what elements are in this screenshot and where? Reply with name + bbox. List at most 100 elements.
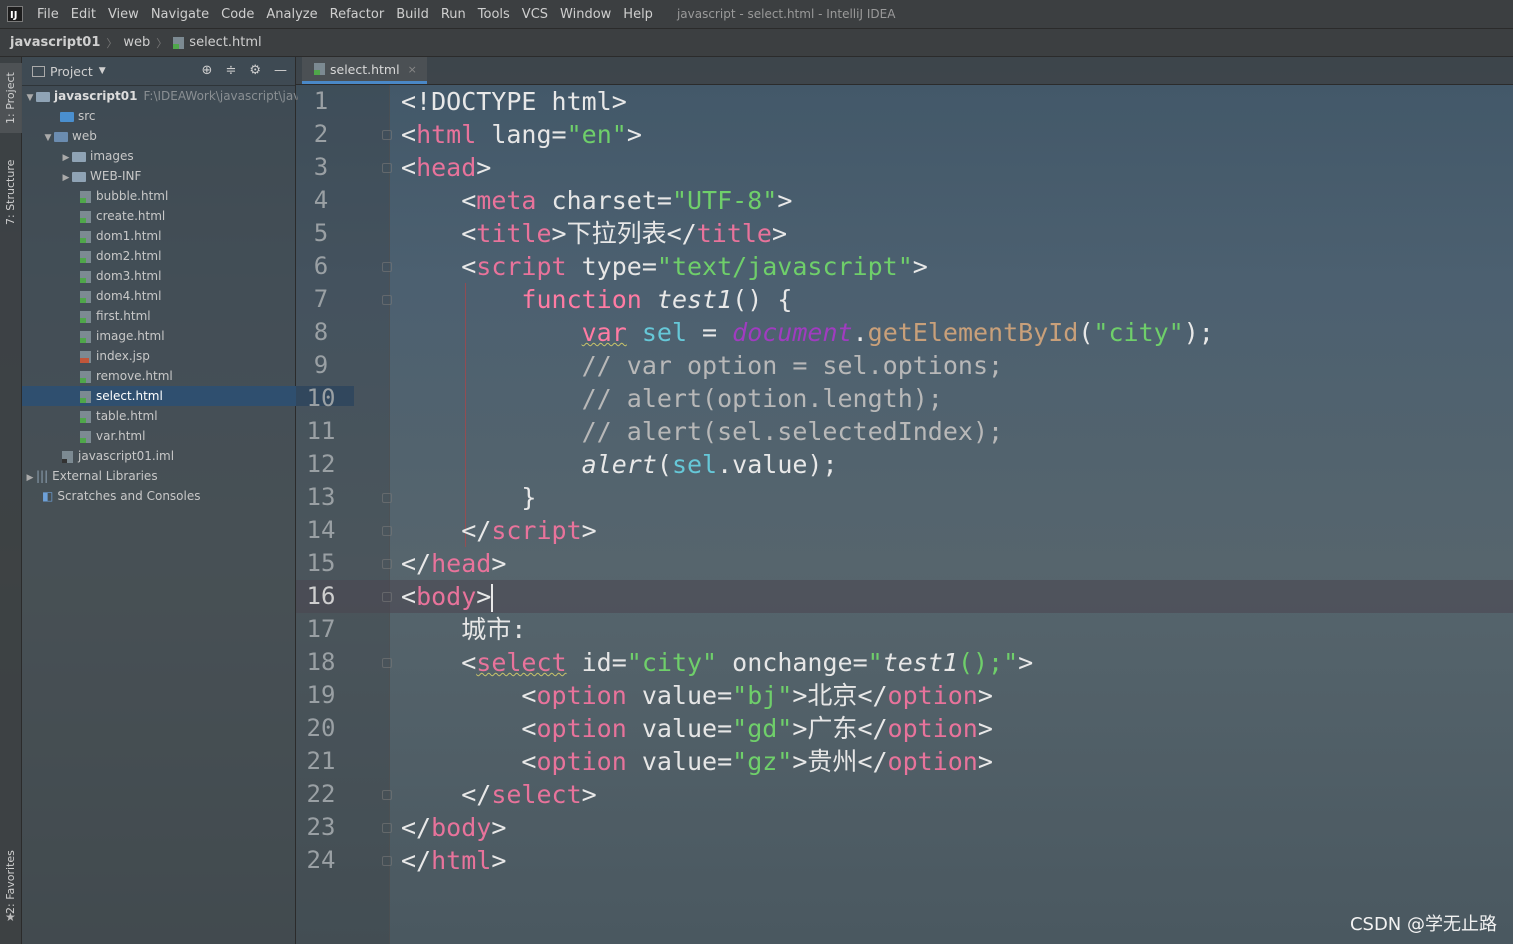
menu-tools[interactable]: Tools bbox=[472, 7, 516, 22]
tree-item-src[interactable]: src bbox=[22, 106, 322, 126]
code-token: select bbox=[476, 648, 567, 677]
html-file-icon bbox=[80, 250, 91, 263]
tab-project[interactable]: 1: Project bbox=[0, 63, 22, 133]
code-token: 贵州 bbox=[807, 747, 858, 776]
fold-marker-icon[interactable] bbox=[382, 559, 392, 569]
code-line[interactable]: 21 <option value="gz">贵州</option> bbox=[296, 745, 1513, 778]
tree-item-web-inf[interactable]: ▶ WEB-INF bbox=[22, 166, 334, 186]
chevron-down-icon[interactable]: ▼ bbox=[99, 66, 106, 76]
breadcrumb-folder[interactable]: web bbox=[123, 35, 150, 50]
tab-structure[interactable]: 7: Structure bbox=[0, 152, 22, 232]
collapsed-arrow-icon[interactable]: ▶ bbox=[60, 148, 72, 166]
code-line[interactable]: 12 alert(sel.value); bbox=[296, 448, 1513, 481]
menu-help[interactable]: Help bbox=[617, 7, 659, 22]
menu-view[interactable]: View bbox=[102, 7, 145, 22]
code-line[interactable]: 3 <head> bbox=[296, 151, 1513, 184]
code-line[interactable]: 23 </body> bbox=[296, 811, 1513, 844]
tree-item-scratches[interactable]: ◧ Scratches and Consoles bbox=[22, 486, 316, 506]
html-file-icon bbox=[80, 330, 91, 343]
collapsed-arrow-icon[interactable]: ▶ bbox=[24, 468, 36, 486]
code-token: "en" bbox=[566, 120, 627, 149]
code-text: alert(sel.value); bbox=[401, 448, 838, 481]
code-line[interactable]: 13 } bbox=[296, 481, 1513, 514]
code-line[interactable]: 10 // alert(option.length); bbox=[296, 382, 1513, 415]
line-number: 3 bbox=[313, 153, 329, 181]
locate-icon[interactable]: ⊕ bbox=[202, 63, 213, 78]
fold-marker-icon[interactable] bbox=[382, 493, 392, 503]
code-line[interactable]: 20 <option value="gd">广东</option> bbox=[296, 712, 1513, 745]
web-folder-icon bbox=[54, 131, 68, 142]
fold-marker-icon[interactable] bbox=[382, 658, 392, 668]
menu-file[interactable]: File bbox=[31, 7, 65, 22]
project-panel-title[interactable]: Project bbox=[50, 64, 93, 79]
fold-marker-icon[interactable] bbox=[382, 130, 392, 140]
menu-navigate[interactable]: Navigate bbox=[145, 7, 215, 22]
code-token: type= bbox=[566, 252, 657, 281]
tree-item-root[interactable]: ▼ javascript01 F:\IDEAWork\javascript\jav bbox=[22, 86, 298, 106]
menu-analyze[interactable]: Analyze bbox=[260, 7, 323, 22]
breadcrumb-file[interactable]: select.html bbox=[189, 35, 261, 50]
code-token: head bbox=[416, 153, 477, 182]
fold-marker-icon[interactable] bbox=[382, 790, 392, 800]
code-line[interactable]: 14 </script> bbox=[296, 514, 1513, 547]
module-folder-icon bbox=[36, 91, 50, 102]
fold-marker-icon[interactable] bbox=[382, 163, 392, 173]
code-line[interactable]: 16 <body> bbox=[296, 580, 1513, 613]
code-line[interactable]: 8 var sel = document.getElementById("cit… bbox=[296, 316, 1513, 349]
code-line[interactable]: 1 <!DOCTYPE html> bbox=[296, 85, 1513, 118]
minimize-icon[interactable]: — bbox=[274, 63, 287, 78]
line-number: 8 bbox=[313, 318, 329, 346]
fold-marker-icon[interactable] bbox=[382, 295, 392, 305]
fold-marker-icon[interactable] bbox=[382, 526, 392, 536]
tree-item-images[interactable]: ▶ images bbox=[22, 146, 334, 166]
collapse-all-icon[interactable]: ≑ bbox=[225, 63, 236, 78]
menu-vcs[interactable]: VCS bbox=[516, 7, 554, 22]
code-line[interactable]: 18 <select id="city" onchange="test1();"… bbox=[296, 646, 1513, 679]
code-token: > bbox=[476, 582, 492, 611]
code-token: onchange= bbox=[717, 648, 868, 677]
line-number: 5 bbox=[313, 219, 329, 247]
tree-item-web[interactable]: ▼ web bbox=[22, 126, 316, 146]
code-line[interactable]: 5 <title>下拉列表</title> bbox=[296, 217, 1513, 250]
expanded-arrow-icon[interactable]: ▼ bbox=[24, 88, 36, 106]
menu-run[interactable]: Run bbox=[435, 7, 472, 22]
tab-select-html[interactable]: select.html × bbox=[302, 57, 427, 84]
menu-build[interactable]: Build bbox=[390, 7, 435, 22]
gear-icon[interactable]: ⚙ bbox=[249, 63, 261, 78]
expanded-arrow-icon[interactable]: ▼ bbox=[42, 128, 54, 146]
tree-item-iml[interactable]: javascript01.iml bbox=[22, 446, 336, 466]
fold-marker-icon[interactable] bbox=[382, 856, 392, 866]
code-line[interactable]: 17 城市: bbox=[296, 613, 1513, 646]
code-token: < bbox=[401, 648, 477, 677]
code-line[interactable]: 11 // alert(sel.selectedIndex); bbox=[296, 415, 1513, 448]
code-token: document bbox=[732, 318, 853, 347]
code-token: > bbox=[977, 714, 993, 743]
code-line[interactable]: 24 </html> bbox=[296, 844, 1513, 877]
breadcrumb-project[interactable]: javascript01 bbox=[10, 35, 100, 50]
code-line[interactable]: 15 </head> bbox=[296, 547, 1513, 580]
code-line[interactable]: 2 <html lang="en"> bbox=[296, 118, 1513, 151]
menu-code[interactable]: Code bbox=[215, 7, 260, 22]
menu-edit[interactable]: Edit bbox=[65, 7, 102, 22]
tree-item-external-libraries[interactable]: ▶ ||| External Libraries bbox=[22, 466, 298, 486]
code-line[interactable]: 4 <meta charset="UTF-8"> bbox=[296, 184, 1513, 217]
fold-marker-icon[interactable] bbox=[382, 262, 392, 272]
tab-favorites[interactable]: 2: Favorites bbox=[0, 847, 22, 917]
code-line[interactable]: 19 <option value="bj">北京</option> bbox=[296, 679, 1513, 712]
fold-marker-icon[interactable] bbox=[382, 823, 392, 833]
code-line[interactable]: 6 <script type="text/javascript"> bbox=[296, 250, 1513, 283]
code-token: option bbox=[887, 714, 978, 743]
code-text: <meta charset="UTF-8"> bbox=[401, 184, 792, 217]
code-text: </body> bbox=[401, 811, 506, 844]
code-line[interactable]: 7 function test1() { bbox=[296, 283, 1513, 316]
menu-refactor[interactable]: Refactor bbox=[324, 7, 391, 22]
menu-window[interactable]: Window bbox=[554, 7, 617, 22]
code-token: alert bbox=[581, 450, 657, 479]
code-line[interactable]: 22 </select> bbox=[296, 778, 1513, 811]
code-line[interactable]: 9 // var option = sel.options; bbox=[296, 349, 1513, 382]
collapsed-arrow-icon[interactable]: ▶ bbox=[60, 168, 72, 186]
fold-marker-icon[interactable] bbox=[382, 592, 392, 602]
code-editor[interactable]: 1 <!DOCTYPE html> 2 <html lang="en"> 3 <head>… bbox=[296, 85, 1513, 944]
close-icon[interactable]: × bbox=[408, 63, 417, 76]
intellij-logo-icon[interactable]: IJ bbox=[7, 6, 23, 22]
